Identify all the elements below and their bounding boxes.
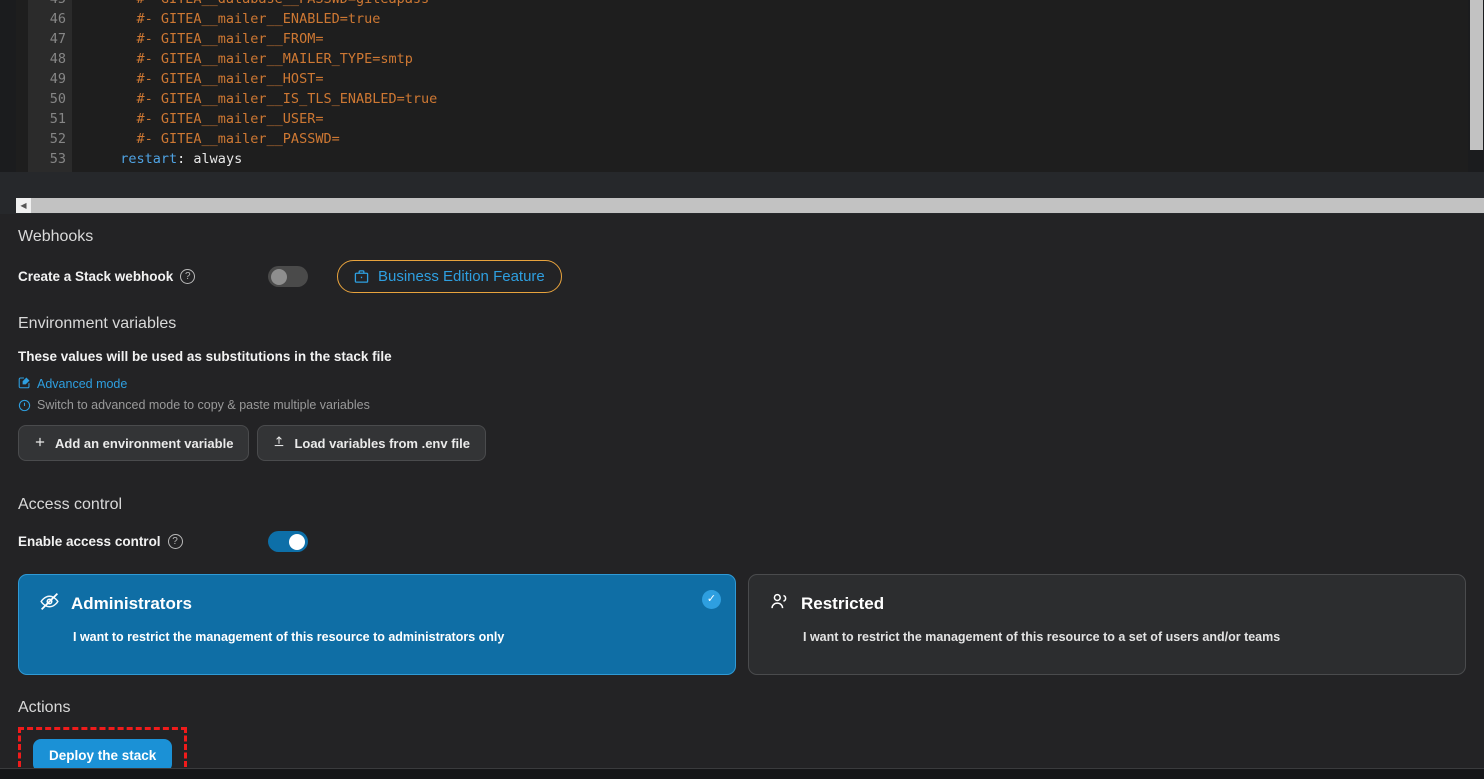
env-vars-subtitle: These values will be used as substitutio… <box>18 349 392 364</box>
advanced-mode-label: Advanced mode <box>37 377 128 391</box>
access-control-toggle-knob <box>289 533 305 550</box>
question-circle-icon[interactable]: ? <box>180 269 196 284</box>
actions-section-title: Actions <box>18 699 71 716</box>
editor-vertical-scrollbar[interactable] <box>1469 0 1484 172</box>
code-line[interactable]: 53 restart: always <box>16 149 1468 169</box>
add-environment-variable-label: Add an environment variable <box>55 435 234 451</box>
code-line-text: #- GITEA__mailer__ENABLED=true <box>104 11 381 27</box>
scroll-left-arrow-icon[interactable]: ◀ <box>16 198 31 213</box>
webhook-label-text: Create a Stack webhook <box>18 269 174 284</box>
line-number: 45 <box>28 0 66 9</box>
webhook-field-label: Create a Stack webhook ? <box>18 269 268 284</box>
env-vars-section-title: Environment variables <box>18 315 177 332</box>
footer-strip <box>0 769 1484 779</box>
line-number: 51 <box>49 111 66 127</box>
stack-file-editor[interactable]: 45 #- GITEA__database__PASSWD=giteapass4… <box>0 0 1484 172</box>
code-line-text: restart: always <box>120 151 243 167</box>
code-line[interactable]: 49 #- GITEA__mailer__HOST= <box>16 69 1468 89</box>
load-env-file-label: Load variables from .env file <box>294 435 470 451</box>
business-edition-badge-label: Business Edition Feature <box>378 268 545 285</box>
code-line[interactable]: 48 #- GITEA__mailer__MAILER_TYPE=smtp <box>16 49 1468 69</box>
access-control-section-title: Access control <box>18 496 123 513</box>
line-number: 47 <box>49 31 66 47</box>
access-control-label-text: Enable access control <box>18 534 161 549</box>
editor-horizontal-scrollbar-thumb[interactable] <box>31 198 1484 213</box>
code-line[interactable]: 47 #- GITEA__mailer__FROM= <box>16 29 1468 49</box>
editor-scroll-region: ◀ <box>0 172 1484 214</box>
code-line[interactable]: 50 #- GITEA__mailer__IS_TLS_ENABLED=true <box>16 89 1468 109</box>
code-line-text: #- GITEA__mailer__IS_TLS_ENABLED=true <box>104 91 438 107</box>
webhooks-section-title: Webhooks <box>18 228 94 245</box>
line-number: 49 <box>49 71 66 87</box>
stack-settings-panel: Webhooks Create a Stack webhook ? Busine… <box>0 214 1484 779</box>
access-card-administrators-title: Administrators <box>71 594 192 613</box>
question-circle-icon[interactable]: ? <box>167 534 183 549</box>
webhook-row: Create a Stack webhook ? Business Editio… <box>18 260 1466 293</box>
line-number: 52 <box>49 131 66 147</box>
code-area[interactable]: 45 #- GITEA__database__PASSWD=giteapass4… <box>16 0 1468 172</box>
upload-icon <box>273 435 285 451</box>
line-number: 50 <box>49 91 66 107</box>
access-control-field-label: Enable access control ? <box>18 534 268 549</box>
edit-square-icon <box>18 376 31 392</box>
editor-horizontal-scrollbar[interactable]: ◀ <box>16 198 1484 213</box>
line-number: 46 <box>49 11 66 27</box>
code-line[interactable]: 51 #- GITEA__mailer__USER= <box>16 109 1468 129</box>
code-line[interactable]: 52 #- GITEA__mailer__PASSWD= <box>16 129 1468 149</box>
code-line-text: #- GITEA__mailer__PASSWD= <box>104 131 340 147</box>
advanced-mode-hint-text: Switch to advanced mode to copy & paste … <box>37 398 370 412</box>
code-line[interactable]: 46 #- GITEA__mailer__ENABLED=true <box>16 9 1468 29</box>
code-line-text: #- GITEA__mailer__USER= <box>104 111 324 127</box>
code-line-text: #- GITEA__mailer__FROM= <box>104 31 324 47</box>
access-card-administrators-description: I want to restrict the management of thi… <box>73 630 505 644</box>
load-env-file-button[interactable]: Load variables from .env file <box>257 425 486 461</box>
briefcase-icon <box>354 269 369 284</box>
access-card-restricted-head: Restricted <box>769 591 1445 617</box>
webhook-toggle[interactable] <box>268 266 308 287</box>
business-edition-badge[interactable]: Business Edition Feature <box>337 260 562 293</box>
access-card-restricted-description: I want to restrict the management of thi… <box>803 630 1281 644</box>
check-icon: ✓ <box>702 590 721 609</box>
advanced-mode-hint: Switch to advanced mode to copy & paste … <box>18 398 1466 412</box>
add-environment-variable-button[interactable]: Add an environment variable <box>18 425 250 461</box>
access-card-administrators[interactable]: Administrators I want to restrict the ma… <box>18 574 736 675</box>
line-number: 53 <box>49 151 66 167</box>
env-vars-button-row: Add an environment variable Load variabl… <box>18 425 1466 461</box>
code-lines[interactable]: 45 #- GITEA__database__PASSWD=giteapass4… <box>16 0 1468 167</box>
line-number: 48 <box>49 51 66 67</box>
info-circle-icon <box>18 399 31 412</box>
code-line-text: #- GITEA__database__PASSWD=giteapass <box>104 0 430 9</box>
access-card-restricted[interactable]: Restricted I want to restrict the manage… <box>748 574 1466 675</box>
access-control-row: Enable access control ? <box>18 531 1466 552</box>
access-control-cards: Administrators I want to restrict the ma… <box>18 574 1466 675</box>
code-line-text: #- GITEA__mailer__HOST= <box>104 71 324 87</box>
code-line[interactable]: 45 #- GITEA__database__PASSWD=giteapass <box>16 0 1468 9</box>
eye-slash-icon <box>39 591 60 617</box>
webhook-toggle-knob <box>271 268 287 285</box>
code-line-text: #- GITEA__mailer__MAILER_TYPE=smtp <box>104 51 413 67</box>
plus-icon <box>34 436 46 451</box>
access-control-toggle[interactable] <box>268 531 308 552</box>
access-card-administrators-head: Administrators <box>39 591 715 617</box>
users-icon <box>769 591 790 617</box>
editor-vertical-scrollbar-thumb[interactable] <box>1470 0 1483 150</box>
advanced-mode-link[interactable]: Advanced mode <box>18 376 127 392</box>
access-card-restricted-title: Restricted <box>801 594 885 613</box>
